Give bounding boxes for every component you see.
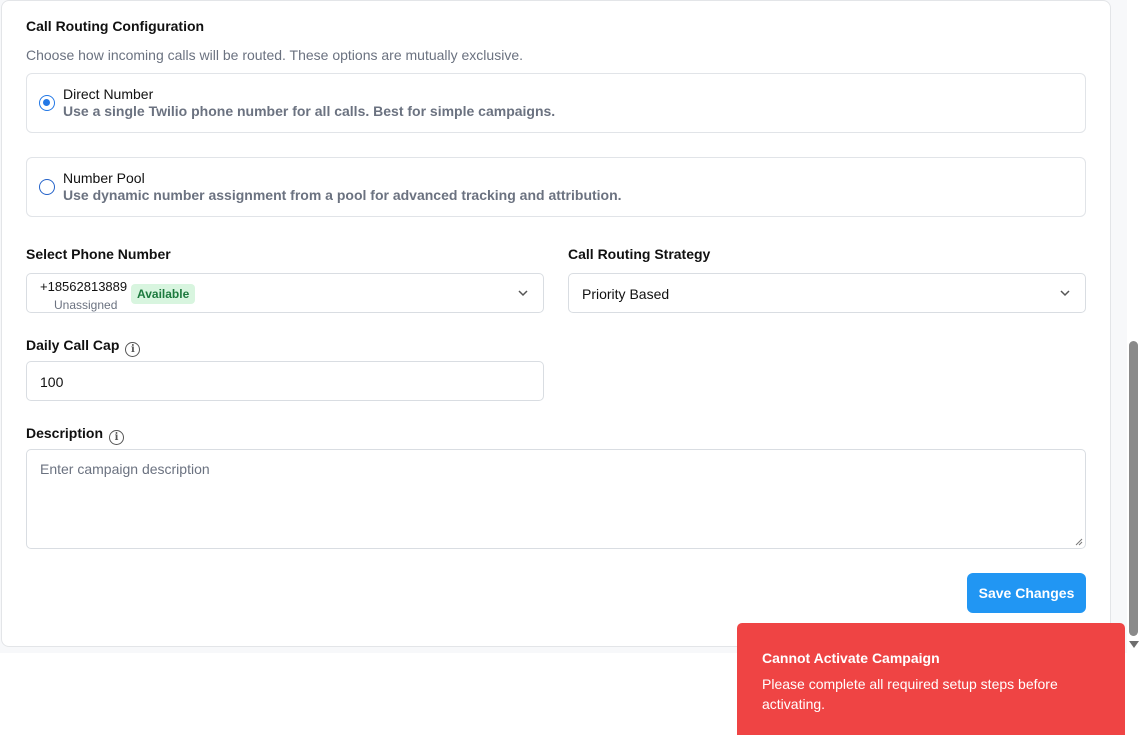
description-label: Description i [26, 425, 125, 445]
description-placeholder: Enter campaign description [40, 461, 210, 477]
toast-title: Cannot Activate Campaign [762, 650, 940, 666]
daily-call-cap-value: 100 [40, 374, 64, 390]
save-changes-button[interactable]: Save Changes [967, 573, 1086, 613]
selected-strategy: Priority Based [582, 286, 670, 302]
option-title: Number Pool [63, 170, 145, 186]
radio-direct-number[interactable] [39, 95, 55, 111]
radio-number-pool[interactable] [39, 179, 55, 195]
toast-message: Please complete all required setup steps… [762, 676, 1058, 712]
option-title: Direct Number [63, 86, 154, 102]
routing-strategy-label: Call Routing Strategy [568, 246, 711, 262]
section-subtitle: Choose how incoming calls will be routed… [26, 47, 523, 63]
phone-number-label: Select Phone Number [26, 246, 171, 262]
info-icon[interactable]: i [125, 342, 141, 357]
availability-badge: Available [131, 284, 196, 304]
info-icon[interactable]: i [109, 430, 125, 445]
routing-option-direct-number[interactable]: Direct Number Use a single Twilio phone … [26, 73, 1086, 133]
selected-phone-number: +18562813889 [40, 279, 128, 294]
option-description: Use dynamic number assignment from a poo… [63, 187, 622, 203]
section-title: Call Routing Configuration [26, 18, 205, 34]
chevron-down-icon [518, 290, 528, 297]
scroll-down-arrow-icon[interactable] [1129, 641, 1139, 648]
description-label-text: Description [26, 425, 104, 441]
option-description: Use a single Twilio phone number for all… [63, 103, 556, 119]
routing-strategy-select[interactable]: Priority Based [568, 273, 1086, 313]
chevron-down-icon [1060, 290, 1070, 297]
description-textarea[interactable]: Enter campaign description [26, 449, 1086, 549]
scrollbar-thumb[interactable] [1129, 341, 1138, 636]
resize-handle-icon[interactable] [1075, 538, 1083, 546]
daily-call-cap-input[interactable]: 100 [26, 361, 544, 401]
phone-number-select[interactable]: +18562813889 Unassigned Available [26, 273, 544, 313]
routing-option-number-pool[interactable]: Number Pool Use dynamic number assignmen… [26, 157, 1086, 217]
daily-call-cap-label-text: Daily Call Cap [26, 337, 120, 353]
daily-call-cap-label: Daily Call Cap i [26, 337, 141, 357]
error-toast[interactable]: Cannot Activate Campaign Please complete… [737, 623, 1125, 735]
phone-assignment-status: Unassigned [54, 298, 118, 312]
